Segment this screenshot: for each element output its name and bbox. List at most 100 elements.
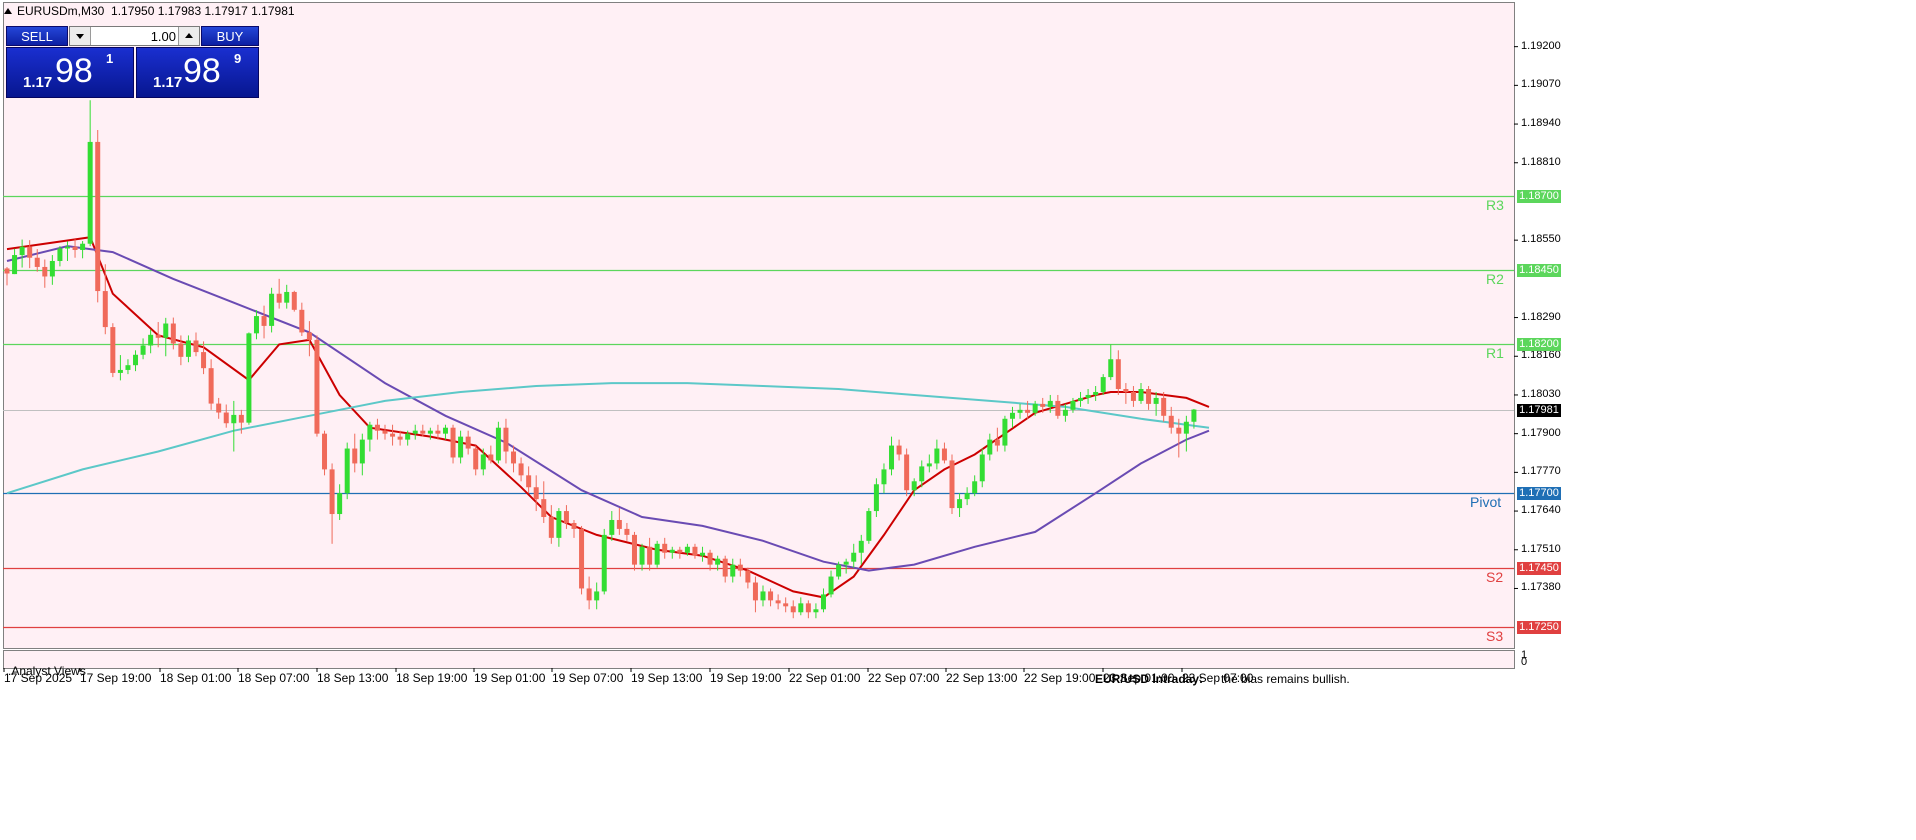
candle-body (238, 414, 244, 423)
candle-body (541, 499, 547, 518)
level-price-tag: 1.17450 (1517, 561, 1561, 575)
sell-price-pips: 98 (55, 52, 93, 90)
candle-body (684, 546, 690, 553)
candle-body (926, 463, 932, 467)
candle-body (246, 333, 252, 423)
candle-body (329, 469, 335, 515)
candle-body (72, 246, 78, 250)
price-chart[interactable] (0, 0, 1916, 840)
candle-body (518, 463, 524, 476)
candle-body (155, 334, 161, 338)
candle-body (979, 454, 985, 482)
candle-body (291, 291, 297, 310)
candle-body (594, 591, 600, 601)
y-tick-label: 1.19070 (1521, 78, 1561, 91)
lot-size-spinner[interactable] (69, 26, 200, 46)
chevron-down-icon (76, 34, 84, 39)
x-tick-label: 23 Sep 01:00 (1103, 671, 1175, 685)
candle-body (42, 266, 48, 277)
candle-body (1138, 389, 1144, 401)
candle-body (873, 484, 879, 512)
chart-header: EURUSDm,M30 1.17950 1.17983 1.17917 1.17… (4, 4, 295, 18)
candle-body (12, 255, 18, 275)
candle-body (344, 448, 350, 494)
lot-decrease-button[interactable] (70, 27, 91, 45)
candle-body (700, 552, 706, 556)
candle-body (1191, 409, 1197, 422)
candle-body (994, 439, 1000, 446)
x-tick-label: 17 Sep 19:00 (80, 671, 152, 685)
candle-body (261, 316, 267, 326)
candle-body (458, 436, 464, 458)
candle-body (677, 549, 683, 553)
candle-body (662, 543, 668, 553)
buy-button[interactable]: BUY (201, 26, 259, 46)
candle-body (957, 499, 963, 509)
candle-body (1078, 397, 1084, 401)
candle-body (692, 546, 698, 556)
x-tick-label: 18 Sep 01:00 (160, 671, 232, 685)
chevron-up-icon (185, 33, 193, 38)
level-price-tag: 1.18450 (1517, 263, 1561, 277)
candle-body (556, 511, 562, 538)
buy-price-fraction: 9 (234, 51, 242, 66)
buy-price-pips: 98 (183, 52, 221, 90)
level-price-tag: 1.18200 (1517, 337, 1561, 351)
collapse-arrow-icon[interactable] (4, 8, 12, 14)
candle-body (178, 343, 184, 357)
sell-price-quote[interactable]: 1.17 98 1 (6, 47, 134, 98)
candle-body (80, 243, 86, 250)
candle-body (533, 487, 539, 500)
candle-body (1025, 409, 1031, 413)
candle-body (904, 454, 910, 491)
candle-body (322, 433, 328, 470)
candle-body (843, 561, 849, 565)
sell-button[interactable]: SELL (6, 26, 68, 46)
candle-body (511, 451, 517, 464)
candle-body (125, 365, 131, 370)
candle-body (911, 481, 917, 491)
candle-body (1100, 377, 1106, 392)
ohlc-label: 1.17950 1.17983 1.17917 1.17981 (111, 4, 295, 18)
one-click-trading-panel: SELL BUY 1.17 98 1 1.17 98 9 (6, 26, 259, 98)
candle-body (1115, 359, 1121, 390)
candle-body (435, 430, 441, 434)
candle-body (117, 369, 123, 373)
lot-increase-button[interactable] (178, 27, 199, 45)
candle-body (775, 600, 781, 604)
candle-body (359, 439, 365, 464)
candle-body (133, 354, 139, 366)
candle-body (722, 558, 728, 577)
candle-body (964, 493, 970, 500)
lot-size-input[interactable] (92, 28, 180, 44)
candle-body (34, 257, 40, 267)
candle-body (579, 528, 585, 589)
candle-body (715, 558, 721, 565)
buy-price-prefix: 1.17 (153, 74, 183, 91)
candle-body (495, 427, 501, 461)
candle-body (1130, 391, 1136, 401)
candle-body (1009, 412, 1015, 419)
buy-price-quote[interactable]: 1.17 98 9 (136, 47, 259, 98)
candle-body (87, 141, 93, 244)
candle-body (745, 570, 751, 583)
candle-body (737, 564, 743, 571)
candle-body (586, 588, 592, 601)
candle-body (896, 445, 902, 455)
candle-body (442, 427, 448, 434)
candle-body (1093, 391, 1099, 395)
candle-body (57, 248, 63, 261)
candle-body (374, 424, 380, 431)
chart-window: EURUSDm,M30 1.17950 1.17983 1.17917 1.17… (0, 0, 1916, 840)
candle-body (1183, 421, 1189, 434)
candle-body (405, 433, 411, 440)
candle-body (1153, 397, 1159, 404)
candle-body (526, 475, 532, 488)
subwindow-background (3, 650, 1514, 668)
x-tick-label: 19 Sep 01:00 (474, 671, 546, 685)
level-label-r1: R1 (1486, 344, 1504, 361)
candle-body (654, 543, 660, 565)
candle-body (1040, 403, 1046, 407)
candle-body (253, 316, 259, 334)
level-label-r3: R3 (1486, 196, 1504, 213)
